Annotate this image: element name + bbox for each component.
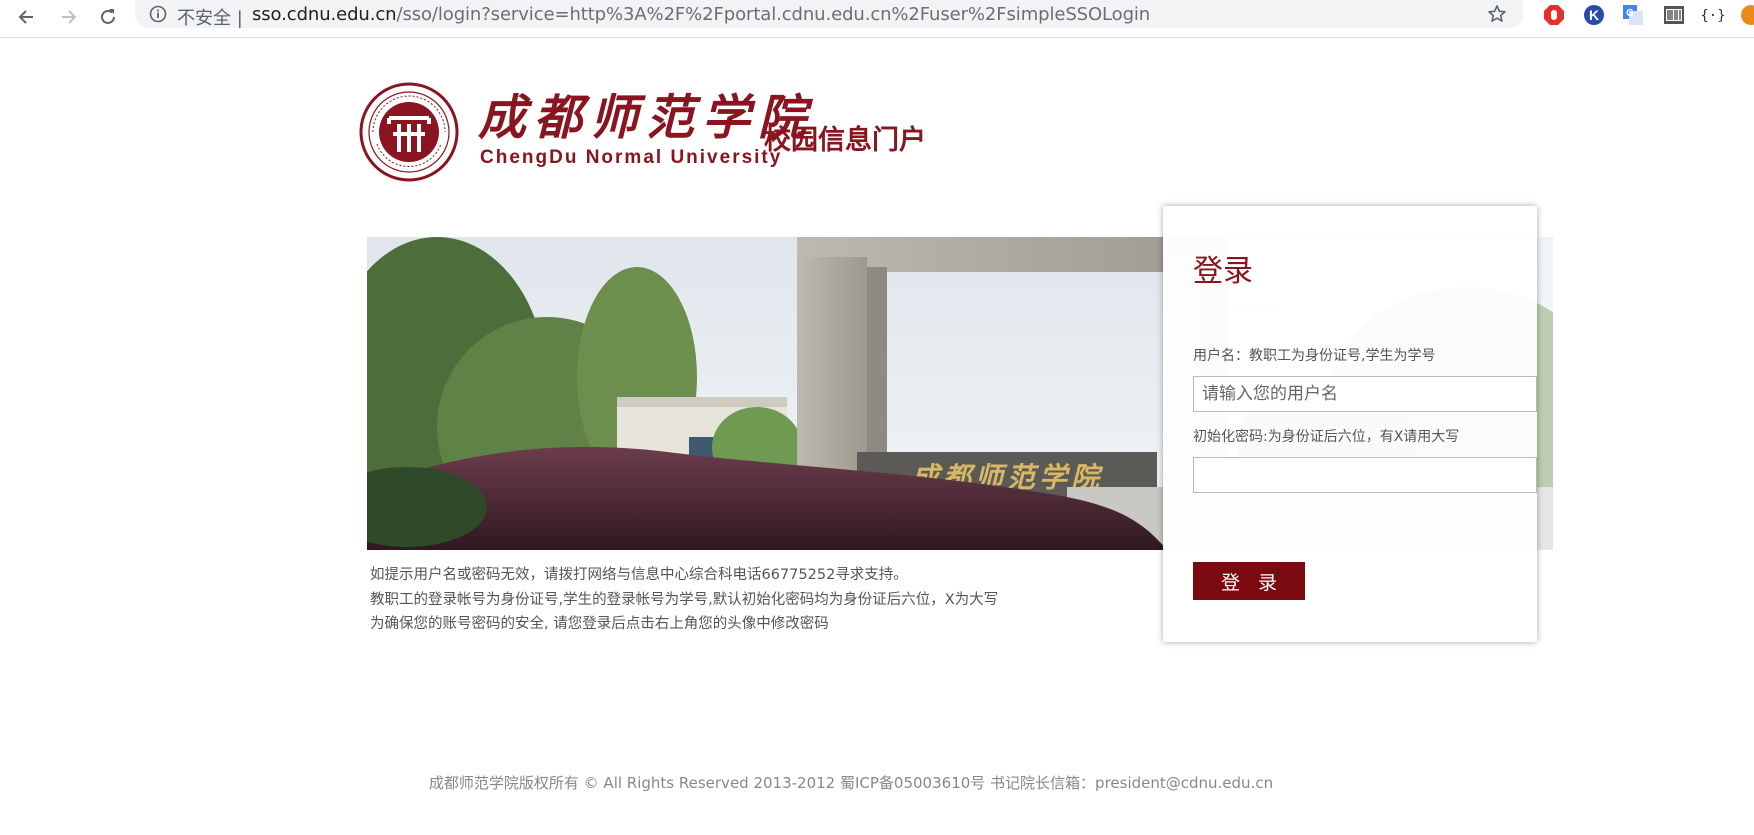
forward-button[interactable] (53, 2, 83, 32)
svg-text:{·}: {·} (1702, 8, 1724, 24)
bookmark-star-icon[interactable] (1487, 4, 1507, 24)
login-button[interactable]: 登 录 (1193, 562, 1305, 600)
copyright-footer: 成都师范学院版权所有 © All Rights Reserved 2013-20… (428, 774, 1274, 792)
address-bar[interactable]: 不安全 | sso.cdnu.edu.cn/sso/login?service=… (135, 0, 1523, 30)
info-icon[interactable] (149, 5, 167, 23)
username-label: 用户名：教职工为身份证号,学生为学号 (1193, 348, 1436, 364)
login-title: 登录 (1193, 254, 1253, 289)
username-input[interactable] (1193, 376, 1537, 412)
security-indicator[interactable]: 不安全 | (177, 4, 243, 30)
password-input[interactable] (1193, 457, 1537, 493)
json-viewer-icon[interactable]: {·} (1702, 4, 1724, 26)
notice-line: 如提示用户名或密码无效，请拨打网络与信息中心综合科电话66775252寻求支持。 (370, 567, 908, 583)
extension-icon[interactable] (1740, 4, 1754, 26)
university-seal-logo (359, 82, 459, 182)
login-notice: 如提示用户名或密码无效，请拨打网络与信息中心综合科电话66775252寻求支持。… (370, 563, 998, 637)
url-text[interactable]: sso.cdnu.edu.cn/sso/login?service=http%3… (252, 4, 1150, 25)
portal-title: 校园信息门户 (764, 125, 926, 156)
barcode-icon[interactable] (1663, 4, 1685, 26)
password-label: 初始化密码:为身份证后六位，有X请用大写 (1193, 429, 1460, 445)
k-extension-icon[interactable]: K (1583, 4, 1605, 26)
back-button[interactable] (12, 2, 42, 32)
svg-text:K: K (1589, 7, 1599, 23)
url-host: sso.cdnu.edu.cn (252, 4, 397, 25)
university-name-en: ChengDu Normal University (480, 147, 783, 168)
notice-line: 为确保您的账号密码的安全, 请您登录后点击右上角您的头像中修改密码 (370, 616, 829, 632)
translate-icon[interactable]: G (1622, 4, 1644, 26)
reload-icon (101, 9, 115, 24)
url-path: /sso/login?service=http%3A%2F%2Fportal.c… (396, 4, 1151, 25)
svg-text:G: G (1626, 8, 1634, 19)
back-arrow-icon (18, 10, 33, 24)
login-panel: 登录 用户名：教职工为身份证号,学生为学号 初始化密码:为身份证后六位，有X请用… (1163, 206, 1537, 642)
browser-toolbar: 不安全 | sso.cdnu.edu.cn/sso/login?service=… (0, 0, 1754, 38)
notice-line: 教职工的登录帐号为身份证号,学生的登录帐号为学号,默认初始化密码均为身份证后六位… (370, 591, 999, 608)
forward-arrow-icon (62, 10, 77, 24)
adblock-icon[interactable] (1543, 4, 1565, 26)
reload-button[interactable] (93, 2, 123, 32)
